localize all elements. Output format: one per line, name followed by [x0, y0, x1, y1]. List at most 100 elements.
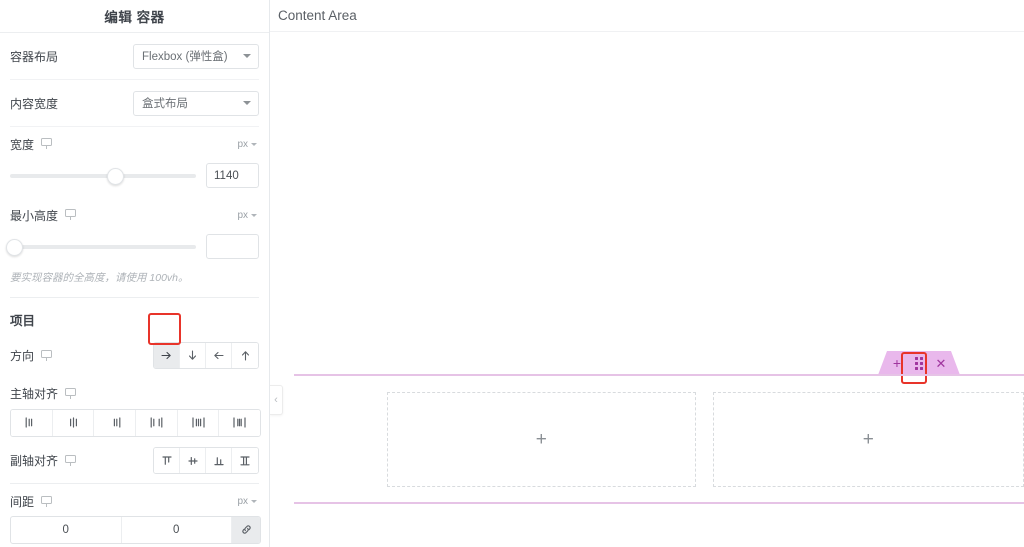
container-layout-value: Flexbox (弹性盒)	[142, 51, 228, 63]
settings-sidebar: 编辑 容器 容器布局 Flexbox (弹性盒) 内容宽度 盒式布局 宽度 px…	[0, 0, 270, 547]
container-drop-zones: + +	[294, 376, 1024, 502]
content-width-label-group: 内容宽度	[10, 95, 128, 112]
container-add-button[interactable]: +	[886, 351, 908, 375]
width-label: 宽度	[10, 137, 35, 152]
align-center-button[interactable]	[180, 448, 206, 474]
min-height-label: 最小高度	[10, 208, 59, 223]
selected-container[interactable]: + +	[294, 374, 1024, 504]
row-justify-label: 主轴对齐	[10, 377, 259, 407]
container-layout-control: Flexbox (弹性盒)	[128, 43, 259, 69]
drop-zone[interactable]: +	[712, 391, 1024, 487]
align-stretch-button[interactable]	[232, 448, 258, 474]
content-canvas: Content Area ‹ + ✕ + +	[270, 0, 1024, 547]
min-height-slider[interactable]	[6, 239, 196, 256]
row-width-header: 宽度 px	[10, 127, 259, 157]
width-slider-row: 1140	[10, 157, 259, 198]
align-flex-start-button[interactable]	[154, 448, 180, 474]
justify-space-around-button[interactable]	[177, 409, 220, 436]
width-input[interactable]: 1140	[206, 163, 259, 188]
justify-space-between-button[interactable]	[136, 409, 178, 436]
chevron-down-icon	[251, 500, 257, 504]
plus-icon: +	[862, 428, 874, 450]
container-layout-label-group: 容器布局	[10, 48, 128, 65]
width-label-group: 宽度	[10, 136, 128, 153]
panel-title: 编辑 容器	[104, 10, 165, 25]
canvas-header-divider	[270, 31, 1024, 32]
gap-unit-control: px	[128, 496, 259, 507]
desktop-icon[interactable]	[41, 138, 54, 150]
min-height-slider-row	[6, 228, 259, 269]
min-height-hint: 要实现容器的全高度，请使用 100vh。	[10, 272, 189, 284]
content-width-label: 内容宽度	[10, 96, 59, 111]
row-gap-header: 间距 px	[10, 484, 259, 516]
gap-column-input[interactable]: 0	[11, 516, 122, 543]
drag-handle-icon	[915, 356, 923, 370]
justify-center-button[interactable]	[52, 409, 95, 436]
min-height-slider-knob[interactable]	[6, 239, 24, 256]
min-height-slider-track	[10, 244, 196, 249]
content-width-control: 盒式布局	[128, 90, 259, 116]
desktop-icon[interactable]	[41, 495, 54, 508]
items-section-title: 项目	[10, 313, 36, 328]
width-unit-dropdown[interactable]: px	[237, 139, 259, 150]
direction-label-group: 方向	[10, 347, 128, 364]
direction-row-reverse-button[interactable]	[206, 343, 232, 369]
align-control	[128, 447, 259, 475]
justify-flex-start-button[interactable]	[11, 409, 53, 436]
align-label: 副轴对齐	[10, 454, 59, 469]
row-container-layout: 容器布局 Flexbox (弹性盒)	[10, 33, 259, 80]
container-toolbar-buttons: + ✕	[878, 351, 960, 375]
width-unit-value: px	[237, 138, 248, 150]
panel-collapse-button[interactable]: ‹	[270, 385, 283, 415]
direction-row-button[interactable]	[154, 343, 180, 369]
container-toolbar: + ✕	[878, 351, 960, 375]
canvas-title: Content Area	[278, 8, 357, 23]
min-height-label-group: 最小高度	[10, 207, 128, 224]
gap-unit-dropdown[interactable]: px	[237, 496, 259, 507]
desktop-icon[interactable]	[41, 349, 54, 362]
plus-icon: +	[892, 355, 902, 371]
content-width-value: 盒式布局	[142, 98, 188, 110]
content-width-select[interactable]: 盒式布局	[133, 90, 259, 116]
direction-column-reverse-button[interactable]	[232, 343, 258, 369]
align-flex-end-button[interactable]	[206, 448, 232, 474]
app-root: 编辑 容器 容器布局 Flexbox (弹性盒) 内容宽度 盒式布局 宽度 px…	[0, 0, 1024, 547]
drop-zone[interactable]: +	[387, 391, 696, 487]
panel-body: 容器布局 Flexbox (弹性盒) 内容宽度 盒式布局 宽度 px 1140 …	[0, 33, 269, 547]
min-height-unit-dropdown[interactable]: px	[237, 210, 259, 221]
justify-space-evenly-button[interactable]	[219, 409, 260, 436]
container-drag-handle[interactable]	[908, 351, 930, 375]
row-align: 副轴对齐	[10, 439, 259, 483]
justify-button-group	[10, 408, 261, 437]
chevron-down-icon	[251, 142, 257, 146]
row-min-height-header: 最小高度 px	[10, 198, 259, 228]
container-close-button[interactable]: ✕	[930, 351, 952, 375]
justify-flex-end-button[interactable]	[94, 409, 137, 436]
width-slider[interactable]	[10, 168, 196, 185]
gap-input-group: 0 0	[10, 515, 261, 544]
link-icon[interactable]	[232, 516, 260, 543]
row-content-width: 内容宽度 盒式布局	[10, 80, 259, 127]
desktop-icon[interactable]	[65, 209, 78, 221]
chevron-down-icon	[243, 54, 251, 58]
min-height-unit-value: px	[237, 209, 248, 221]
min-height-input[interactable]	[206, 234, 259, 259]
gap-label-group: 间距	[10, 493, 128, 510]
width-unit-control: px	[128, 139, 259, 150]
container-layout-label: 容器布局	[10, 49, 59, 64]
gap-row-input[interactable]: 0	[122, 516, 232, 543]
direction-control	[128, 342, 259, 370]
desktop-icon[interactable]	[65, 454, 78, 467]
desktop-icon[interactable]	[65, 387, 78, 400]
width-slider-track	[10, 173, 196, 178]
direction-button-group	[153, 342, 259, 370]
direction-column-button[interactable]	[180, 343, 206, 369]
chevron-down-icon	[243, 101, 251, 105]
direction-label: 方向	[10, 349, 35, 364]
close-icon: ✕	[935, 355, 947, 371]
plus-icon: +	[535, 428, 547, 450]
align-label-group: 副轴对齐	[10, 452, 128, 469]
chevron-down-icon	[251, 213, 257, 217]
container-layout-select[interactable]: Flexbox (弹性盒)	[133, 43, 259, 69]
width-slider-knob[interactable]	[106, 168, 124, 185]
